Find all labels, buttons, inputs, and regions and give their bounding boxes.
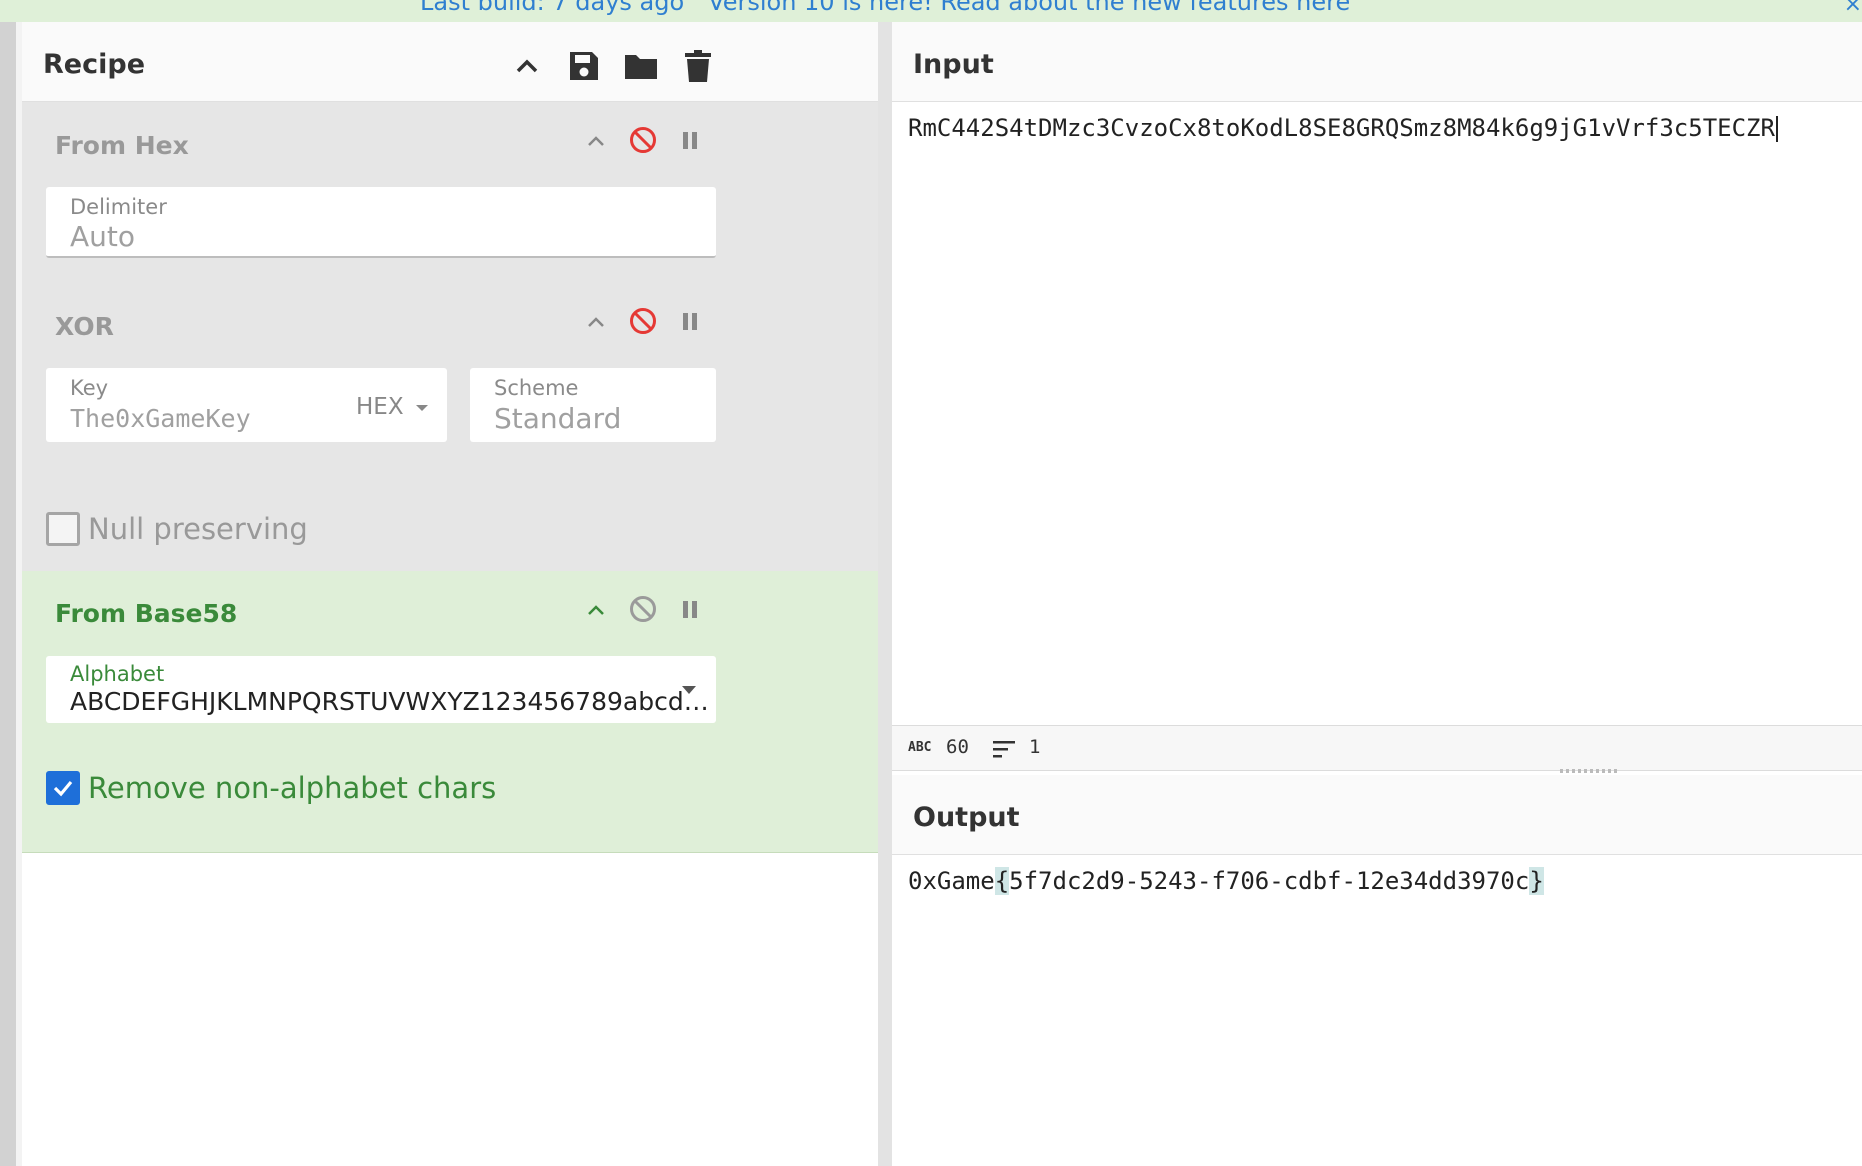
recipe-panel: Recipe From Hex Delimiter Auto XOR Key T…: [22, 22, 878, 1166]
operations-panel-edge: [0, 22, 16, 1166]
delimiter-field[interactable]: Delimiter Auto: [46, 187, 716, 258]
output-text[interactable]: 0xGame{5f7dc2d9-5243-f706-cdbf-12e34dd39…: [908, 867, 1544, 895]
breakpoint-pause-icon[interactable]: [674, 124, 706, 156]
trash-icon[interactable]: [680, 48, 716, 84]
input-line-count: 1: [1029, 736, 1041, 758]
alphabet-select[interactable]: Alphabet ABCDEFGHJKLMNPQRSTUVWXYZ1234567…: [46, 656, 716, 723]
input-panel: Input RmC442S4tDMzc3CvzoCx8toKodL8SE8GRQ…: [892, 22, 1862, 725]
key-field[interactable]: Key The0xGameKey HEX: [46, 368, 447, 442]
scheme-field[interactable]: Scheme Standard: [470, 368, 716, 442]
output-brace-close: }: [1529, 867, 1544, 895]
chevron-up-icon[interactable]: [509, 48, 545, 84]
update-banner: Last build: 7 days ago Version 10 is here…: [0, 0, 1862, 23]
folder-icon[interactable]: [623, 48, 659, 84]
breakpoint-pause-icon[interactable]: [674, 593, 706, 625]
input-textarea[interactable]: RmC442S4tDMzc3CvzoCx8toKodL8SE8GRQSmz8M8…: [908, 114, 1778, 142]
build-info: Last build: 7 days ago: [420, 0, 685, 16]
lines-icon: [993, 741, 1015, 758]
panel-splitter[interactable]: [878, 22, 892, 1166]
input-length: 60: [946, 736, 969, 758]
scheme-label: Scheme: [494, 376, 579, 400]
input-title: Input: [913, 49, 994, 80]
banner-text[interactable]: Last build: 7 days ago Version 10 is here…: [420, 0, 1350, 16]
operation-title: From Hex: [55, 131, 189, 160]
input-status-bar: ABC 60 1: [892, 725, 1862, 771]
output-header: Output: [892, 775, 1862, 855]
disable-icon[interactable]: [627, 305, 659, 337]
operation-title: XOR: [55, 312, 114, 341]
operation-from-base58[interactable]: From Base58 Alphabet ABCDEFGHJKLMNPQRSTU…: [22, 571, 878, 853]
operation-from-hex[interactable]: From Hex Delimiter Auto: [22, 102, 878, 284]
caret-down-icon: [682, 686, 696, 694]
collapse-chevron-icon[interactable]: [580, 593, 612, 625]
input-text: RmC442S4tDMzc3CvzoCx8toKodL8SE8GRQSmz8M8…: [908, 114, 1775, 142]
disable-icon[interactable]: [627, 593, 659, 625]
scheme-value[interactable]: Standard: [494, 402, 621, 435]
save-icon[interactable]: [566, 48, 602, 84]
delimiter-label: Delimiter: [70, 195, 167, 219]
key-format-label: HEX: [356, 394, 404, 420]
remove-non-alphabet-checkbox[interactable]: [46, 771, 80, 805]
remove-non-alphabet-label: Remove non-alphabet chars: [88, 771, 497, 805]
output-prefix: 0xGame: [908, 867, 995, 895]
collapse-chevron-icon[interactable]: [580, 124, 612, 156]
resize-grip[interactable]: [1560, 769, 1620, 773]
delimiter-value[interactable]: Auto: [70, 220, 135, 253]
recipe-title: Recipe: [43, 49, 146, 80]
alphabet-label: Alphabet: [70, 662, 165, 686]
breakpoint-pause-icon[interactable]: [674, 305, 706, 337]
output-inner: 5f7dc2d9-5243-f706-cdbf-12e34dd3970c: [1009, 867, 1530, 895]
checkmark-icon: [53, 780, 73, 797]
output-title: Output: [913, 802, 1020, 833]
text-caret: [1775, 116, 1778, 142]
abc-icon: ABC: [908, 740, 932, 755]
disable-icon[interactable]: [627, 124, 659, 156]
recipe-header: Recipe: [22, 22, 878, 102]
alphabet-value[interactable]: ABCDEFGHJKLMNPQRSTUVWXYZ123456789abcd…: [70, 687, 709, 716]
banner-message-link[interactable]: Version 10 is here! Read about the new f…: [708, 0, 1350, 16]
key-format-dropdown[interactable]: HEX: [356, 394, 429, 420]
banner-close-icon[interactable]: ×: [1844, 0, 1862, 17]
input-header: Input: [892, 22, 1862, 102]
output-brace-open: {: [994, 867, 1010, 895]
operation-xor[interactable]: XOR Key The0xGameKey HEX Scheme Standard…: [22, 283, 878, 572]
collapse-chevron-icon[interactable]: [580, 305, 612, 337]
operation-title: From Base58: [55, 599, 238, 628]
caret-down-icon: [415, 404, 428, 411]
null-preserving-label: Null preserving: [88, 512, 308, 546]
null-preserving-checkbox[interactable]: [46, 512, 80, 546]
key-label: Key: [70, 376, 109, 400]
output-panel: Output 0xGame{5f7dc2d9-5243-f706-cdbf-12…: [892, 775, 1862, 1166]
key-value[interactable]: The0xGameKey: [70, 404, 251, 433]
